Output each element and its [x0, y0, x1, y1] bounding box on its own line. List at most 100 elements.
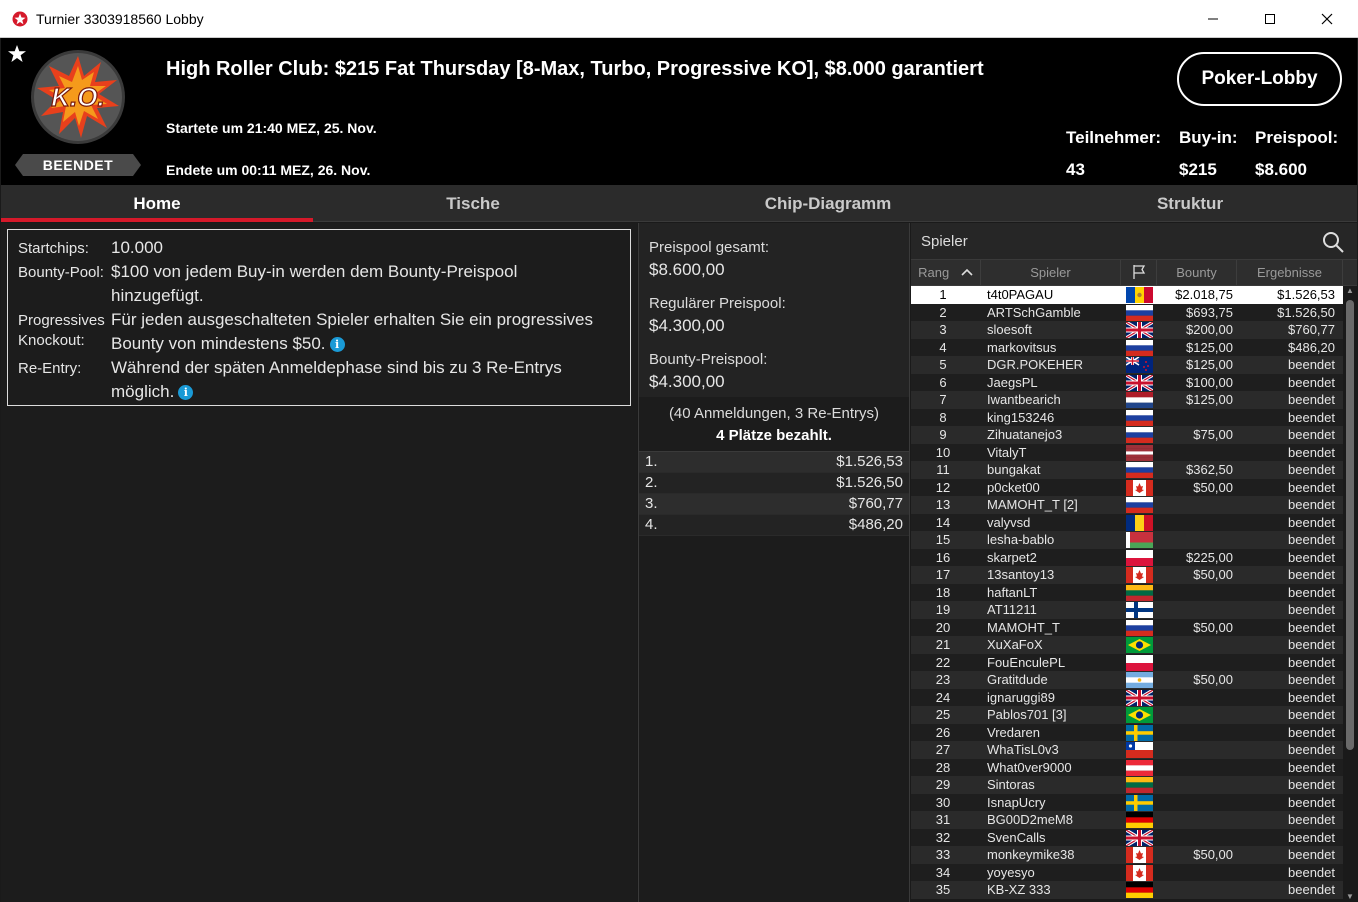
player-rank: 13: [935, 497, 951, 512]
pokerstars-logo-icon: [12, 11, 28, 27]
player-rank: 3: [939, 322, 947, 337]
tab-structure[interactable]: Struktur: [1023, 185, 1357, 222]
pko-label-line2: Knockout:: [18, 332, 85, 349]
player-row[interactable]: 30 IsnapUcry beendet: [911, 793, 1343, 811]
player-row[interactable]: 15 lesha-bablo beendet: [911, 531, 1343, 549]
player-name: Vredaren: [987, 724, 1040, 740]
player-row[interactable]: 22 FouEnculePL beendet: [911, 653, 1343, 671]
player-row[interactable]: 10 VitalyT beendet: [911, 443, 1343, 461]
player-row[interactable]: 12 p0cket00 $50,00 beendet: [911, 478, 1343, 496]
player-name: ignaruggi89: [987, 689, 1055, 705]
player-row[interactable]: 7 Iwantbearich $125,00 beendet: [911, 391, 1343, 409]
player-row[interactable]: 32 SvenCalls beendet: [911, 828, 1343, 846]
player-row[interactable]: 6 JaegsPL $100,00 beendet: [911, 373, 1343, 391]
regular-prizepool-label: Regulärer Preispool:: [649, 295, 786, 312]
total-prizepool-value: $8.600,00: [649, 260, 725, 279]
poker-lobby-button[interactable]: Poker-Lobby: [1177, 52, 1342, 106]
country-flag-icon: [1126, 619, 1153, 636]
player-row[interactable]: 5 DGR.POKEHER $125,00 beendet: [911, 356, 1343, 374]
window-titlebar: Turnier 3303918560 Lobby: [0, 0, 1358, 38]
tab-tables[interactable]: Tische: [313, 185, 633, 222]
player-row[interactable]: 31 BG00D2meM8 beendet: [911, 811, 1343, 829]
reentry-info-icon[interactable]: i: [178, 385, 194, 401]
player-rank: 5: [939, 357, 947, 372]
player-row[interactable]: 27 WhaTisL0v3 beendet: [911, 741, 1343, 759]
player-row[interactable]: 3 sloesoft $200,00 $760,77: [911, 321, 1343, 339]
player-row[interactable]: 9 Zihuatanejo3 $75,00 beendet: [911, 426, 1343, 444]
players-table: 1 t4t0PAGAU $2.018,75 $1.526,53 2 ARTSchGambl…: [911, 286, 1343, 899]
player-row[interactable]: 20 MAMOHT_T $50,00 beendet: [911, 618, 1343, 636]
player-row[interactable]: 29 Sintoras beendet: [911, 776, 1343, 794]
player-row[interactable]: 21 XuXaFoX beendet: [911, 636, 1343, 654]
column-result[interactable]: Ergebnisse: [1237, 260, 1343, 285]
close-button[interactable]: [1298, 0, 1356, 38]
country-flag-icon: [1126, 339, 1153, 356]
start-time: Startete um 21:40 MEZ, 25. Nov.: [166, 120, 377, 136]
player-bounty: $50,00: [1193, 479, 1233, 495]
player-row[interactable]: 26 Vredaren beendet: [911, 723, 1343, 741]
tournament-header: K.O. BEENDET High Roller Club: $215 Fat …: [1, 38, 1357, 185]
player-row[interactable]: 25 Pablos701 [3] beendet: [911, 706, 1343, 724]
player-row[interactable]: 1 t4t0PAGAU $2.018,75 $1.526,53: [911, 286, 1343, 304]
player-rank: 19: [935, 602, 951, 617]
player-result: beendet: [1288, 654, 1335, 670]
player-result: beendet: [1288, 742, 1335, 757]
player-row[interactable]: 16 skarpet2 $225,00 beendet: [911, 548, 1343, 566]
search-icon[interactable]: [1321, 230, 1345, 254]
total-prizepool-label: Preispool gesamt:: [649, 239, 770, 256]
player-row[interactable]: 2 ARTSchGamble $693,75 $1.526,50: [911, 303, 1343, 321]
player-result: beendet: [1288, 514, 1335, 530]
country-flag-icon: [1126, 392, 1153, 408]
player-row[interactable]: 4 markovitsus $125,00 $486,20: [911, 338, 1343, 356]
minimize-button[interactable]: [1184, 0, 1242, 38]
player-row[interactable]: 17 13santoy13 $50,00 beendet: [911, 566, 1343, 584]
player-result: beendet: [1288, 812, 1335, 827]
player-row[interactable]: 14 valyvsd beendet: [911, 513, 1343, 531]
player-row[interactable]: 19 AT11211 beendet: [911, 601, 1343, 619]
player-rank: 33: [935, 847, 951, 862]
end-time: Endete um 00:11 MEZ, 26. Nov.: [166, 162, 371, 178]
player-row[interactable]: 18 haftanLT beendet: [911, 583, 1343, 601]
player-rank: 27: [935, 742, 951, 757]
country-flag-icon: [1126, 742, 1153, 758]
column-rank[interactable]: Rang: [911, 260, 981, 285]
player-result: beendet: [1288, 427, 1335, 442]
player-row[interactable]: 24 ignaruggi89 beendet: [911, 688, 1343, 706]
prizepool-label: Preispool:: [1255, 128, 1339, 147]
column-bounty[interactable]: Bounty: [1157, 260, 1237, 285]
maximize-button[interactable]: [1241, 0, 1299, 38]
player-name: BG00D2meM8: [987, 812, 1073, 827]
scroll-down-icon[interactable]: ▼: [1345, 892, 1355, 902]
player-row[interactable]: 34 yoyesyo beendet: [911, 863, 1343, 881]
player-result: beendet: [1288, 479, 1335, 495]
pko-info-icon[interactable]: i: [329, 337, 345, 353]
column-player[interactable]: Spieler: [981, 260, 1121, 285]
tab-chip-chart[interactable]: Chip-Diagramm: [633, 185, 1023, 222]
player-row[interactable]: 13 MAMOHT_T [2] beendet: [911, 496, 1343, 514]
player-row[interactable]: 8 king153246 beendet: [911, 408, 1343, 426]
player-name: KB-XZ 333: [987, 882, 1051, 897]
player-row[interactable]: 28 What0ver9000 beendet: [911, 758, 1343, 776]
player-name: monkeymike38: [987, 847, 1075, 862]
favorite-star-icon[interactable]: [7, 44, 27, 64]
column-country[interactable]: [1121, 260, 1157, 285]
player-bounty: $200,00: [1186, 322, 1233, 337]
player-row[interactable]: 35 KB-XZ 333 beendet: [911, 881, 1343, 899]
country-flag-icon: [1126, 514, 1153, 531]
player-row[interactable]: 23 Gratitdude $50,00 beendet: [911, 671, 1343, 689]
country-flag-icon: [1126, 374, 1153, 391]
tab-home[interactable]: Home: [1, 185, 313, 222]
scroll-thumb[interactable]: [1346, 300, 1354, 750]
player-name: What0ver9000: [987, 759, 1072, 775]
player-row[interactable]: 11 bungakat $362,50 beendet: [911, 461, 1343, 479]
country-flag-icon: [1126, 409, 1153, 426]
player-result: beendet: [1288, 567, 1335, 582]
bounty-prizepool-value: $4.300,00: [649, 372, 725, 391]
player-row[interactable]: 33 monkeymike38 $50,00 beendet: [911, 846, 1343, 864]
scroll-up-icon[interactable]: ▲: [1345, 286, 1355, 296]
country-flag-icon: [1126, 637, 1153, 653]
knockout-logo: K.O.: [31, 50, 125, 144]
player-bounty: $125,00: [1186, 339, 1233, 355]
player-rank: 14: [935, 514, 951, 530]
players-scrollbar[interactable]: ▲ ▼: [1345, 286, 1355, 902]
